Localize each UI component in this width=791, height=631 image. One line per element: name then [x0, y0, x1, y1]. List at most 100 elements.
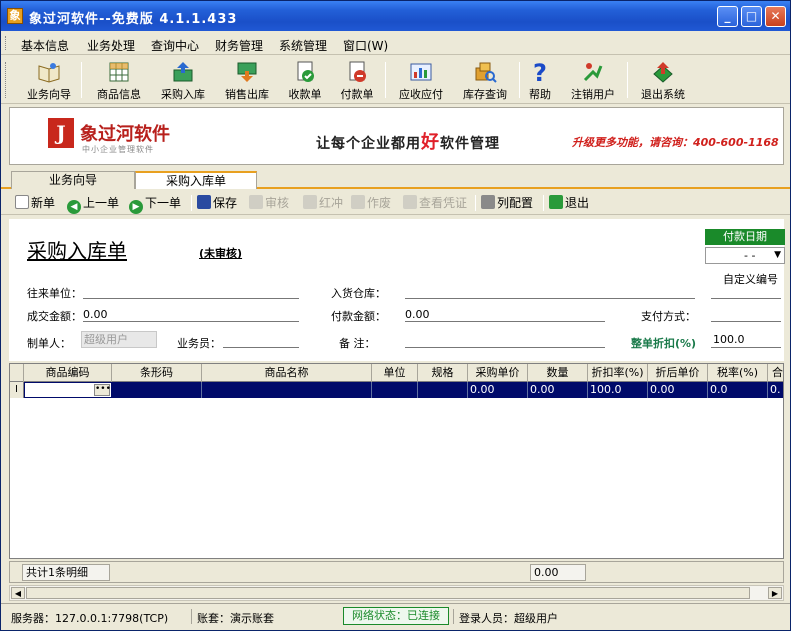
cell-barcode[interactable] — [112, 382, 202, 398]
discount-value[interactable]: 100.0 — [713, 333, 745, 346]
void-button[interactable]: 作废 — [351, 195, 391, 211]
cell-total[interactable]: 0. — [768, 382, 783, 398]
prev-order-button[interactable]: ◀ 上一单 — [67, 195, 119, 214]
arrow-left-icon: ◀ — [67, 200, 81, 214]
warehouse-input[interactable] — [405, 298, 695, 299]
toolbar-logout-user[interactable]: 注销用户 — [565, 58, 621, 102]
custom-number-input[interactable] — [711, 298, 781, 299]
col-header-purchase-price[interactable]: 采购单价 — [468, 364, 528, 382]
cell-discount-rate[interactable]: 100.0 — [588, 382, 648, 398]
deal-amount-value[interactable]: 0.00 — [83, 308, 108, 321]
cell-discounted-price[interactable]: 0.00 — [648, 382, 708, 398]
scroll-left-icon[interactable]: ◀ — [11, 587, 25, 599]
col-header-spec[interactable]: 规格 — [418, 364, 468, 382]
help-question-icon: ? — [533, 60, 547, 84]
menu-window[interactable]: 窗口(W) — [343, 37, 388, 54]
toolbar-help[interactable]: ? 帮助 — [525, 58, 555, 102]
arrow-right-icon: ▶ — [129, 200, 143, 214]
menu-basic-info[interactable]: 基本信息 — [21, 37, 69, 54]
tab-purchase-in-order[interactable]: 采购入库单 — [135, 171, 257, 189]
toolbar-receivable-payable[interactable]: 应收应付 — [393, 58, 449, 102]
col-header-unit[interactable]: 单位 — [372, 364, 418, 382]
cell-unit[interactable] — [372, 382, 418, 398]
scroll-right-icon[interactable]: ▶ — [768, 587, 782, 599]
col-header-barcode[interactable]: 条形码 — [112, 364, 202, 382]
button-label: 审核 — [265, 196, 290, 210]
menu-business[interactable]: 业务处理 — [87, 37, 135, 54]
toolbar-separator — [81, 62, 82, 98]
main-toolbar: 业务向导 商品信息 采购入库 销售出库 收款单 付款单 应收应付 库存查询 ? … — [1, 56, 790, 104]
cell-product-name[interactable] — [202, 382, 372, 398]
toolbar-label: 注销用户 — [571, 88, 615, 101]
grid-footer: 共计1条明细 0.00 — [9, 561, 784, 583]
tab-business-guide[interactable]: 业务向导 — [11, 171, 135, 189]
menu-system[interactable]: 系统管理 — [279, 37, 327, 54]
product-grid-icon — [109, 62, 129, 82]
quantity-total: 0.00 — [530, 564, 586, 581]
cell-tax-rate[interactable]: 0.0 — [708, 382, 768, 398]
col-header-product-name[interactable]: 商品名称 — [202, 364, 372, 382]
supplier-input[interactable] — [83, 298, 299, 299]
toolbar-exit-system[interactable]: 退出系统 — [635, 58, 691, 102]
approve-button[interactable]: 审核 — [249, 195, 289, 211]
toolbar-payment[interactable]: 付款单 — [335, 58, 379, 102]
remark-input[interactable] — [405, 347, 605, 348]
new-order-button[interactable]: 新单 — [15, 195, 55, 211]
row-count: 共计1条明细 — [22, 564, 110, 581]
svg-text:?: ? — [533, 60, 547, 84]
col-header-quantity[interactable]: 数量 — [528, 364, 588, 382]
toolbar-sales-out[interactable]: 销售出库 — [219, 58, 275, 102]
cell-spec[interactable] — [418, 382, 468, 398]
slogan-pre: 让每个企业都用 — [316, 136, 421, 152]
stock-query-icon — [475, 62, 497, 83]
col-header-total[interactable]: 合 — [768, 364, 783, 382]
toolbar-separator — [627, 62, 628, 98]
warehouse-label: 入货仓库： — [331, 287, 386, 300]
button-label: 新单 — [31, 196, 56, 210]
supplier-label: 往来单位： — [27, 287, 82, 300]
col-header-discounted-price[interactable]: 折后单价 — [648, 364, 708, 382]
button-label: 查看凭证 — [419, 196, 468, 210]
toolbar-business-guide[interactable]: 业务向导 — [21, 58, 77, 102]
column-config-button[interactable]: 列配置 — [481, 195, 533, 211]
scroll-thumb[interactable] — [26, 587, 750, 599]
server-status: 服务器：127.0.0.1:7798(TCP) — [11, 612, 169, 625]
pay-date-button[interactable]: 付款日期 — [705, 229, 785, 245]
status-badge: (未审核) — [199, 247, 243, 260]
minimize-button[interactable]: _ — [717, 6, 738, 27]
guide-book-icon — [38, 63, 60, 83]
col-header-product-code[interactable]: 商品编码 — [24, 364, 112, 382]
toolbar-separator — [519, 62, 520, 98]
pay-method-input[interactable] — [711, 321, 781, 322]
save-button[interactable]: 保存 — [197, 195, 237, 211]
horizontal-scrollbar[interactable]: ◀ ▶ — [9, 585, 784, 601]
voucher-icon — [403, 195, 417, 209]
col-header-discount-rate[interactable]: 折扣率(%) — [588, 364, 648, 382]
maximize-button[interactable]: □ — [741, 6, 762, 27]
banner-contact: 升级更多功能，请咨询：400-600-1168 — [572, 136, 779, 149]
toolbar-product-info[interactable]: 商品信息 — [91, 58, 147, 102]
close-button[interactable]: ✕ — [765, 6, 786, 27]
logout-user-icon — [583, 63, 603, 82]
col-header-tax-rate[interactable]: 税率(%) — [708, 364, 768, 382]
pay-amount-value[interactable]: 0.00 — [405, 308, 430, 321]
menu-finance[interactable]: 财务管理 — [215, 37, 263, 54]
ellipsis-picker-icon[interactable]: ••• — [94, 384, 111, 396]
menu-query-center[interactable]: 查询中心 — [151, 37, 199, 54]
toolbar-purchase-in[interactable]: 采购入库 — [155, 58, 211, 102]
pay-date-select[interactable]: - - ▼ — [705, 247, 785, 264]
remark-label: 备 注： — [339, 337, 376, 350]
toolbar-receipt[interactable]: 收款单 — [283, 58, 327, 102]
next-order-button[interactable]: ▶ 下一单 — [129, 195, 181, 214]
cell-purchase-price[interactable]: 0.00 — [468, 382, 528, 398]
cell-quantity[interactable]: 0.00 — [528, 382, 588, 398]
exit-button[interactable]: 退出 — [549, 195, 589, 211]
view-voucher-button[interactable]: 查看凭证 — [403, 195, 467, 211]
cell-product-code-editor[interactable]: ••• — [24, 382, 112, 398]
button-label: 红冲 — [319, 196, 344, 210]
salesman-input[interactable] — [223, 347, 299, 348]
toolbar-stock-query[interactable]: 库存查询 — [457, 58, 513, 102]
red-reverse-button[interactable]: 红冲 — [303, 195, 343, 211]
table-row[interactable]: 0.00 0.00 100.0 0.00 0.0 0. — [10, 382, 783, 398]
toolbar-label: 采购入库 — [161, 88, 205, 101]
